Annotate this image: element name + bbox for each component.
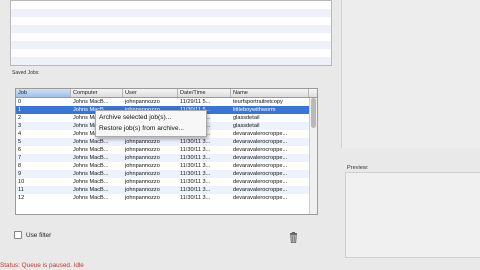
queue-row (11, 49, 331, 57)
cell-job: 9 (18, 171, 22, 177)
table-row[interactable]: 5 Johns MacB... johnpannozzo 11/30/11 3... d… (16, 138, 317, 146)
cell-computer: Johns MacB... (73, 147, 109, 153)
saved-jobs-table[interactable]: Job Computer User Date/Time Name 0 Johns … (15, 88, 318, 215)
cell-job: 4 (18, 131, 22, 137)
use-filter-label: Use filter (26, 231, 52, 239)
cell-datetime: 11/30/11 3... (180, 179, 211, 185)
cell-user: johnpannozzo (125, 147, 160, 153)
queue-row (11, 9, 331, 17)
queue-row (11, 17, 331, 25)
cell-job: 0 (18, 99, 22, 105)
cell-job: 2 (18, 115, 22, 121)
cell-name: devaravalerocroppe... (233, 155, 288, 161)
table-row[interactable]: 9 Johns MacB... johnpannozzo 11/30/11 3... d… (16, 170, 317, 178)
use-filter-checkbox[interactable] (14, 231, 22, 239)
cell-name: devaravalerocroppe... (233, 163, 288, 169)
queue-row (11, 57, 331, 65)
table-row[interactable]: 10 Johns MacB... johnpannozzo 11/30/11 3...… (16, 178, 317, 186)
table-row[interactable]: 11 Johns MacB... johnpannozzo 11/30/11 3...… (16, 186, 317, 194)
cell-computer: Johns MacB... (73, 171, 109, 177)
cell-computer: Johns MacB... (73, 179, 109, 185)
use-filter-control[interactable]: Use filter (14, 231, 51, 239)
cell-name: devaravalerocroppe... (233, 179, 288, 185)
table-row[interactable]: 12 Johns MacB... johnpannozzo 11/30/11 3...… (16, 194, 317, 202)
cell-user: johnpannozzo (125, 195, 160, 201)
cell-user: johnpannozzo (125, 187, 160, 193)
cell-job: 3 (18, 123, 22, 129)
cell-user: johnpannozzo (125, 171, 160, 177)
cell-name: devaravalerocroppe... (233, 195, 288, 201)
job-details-area (341, 0, 480, 148)
cell-computer: Johns MacB... (73, 139, 109, 145)
cell-computer: Johns MacB... (73, 187, 109, 193)
column-header-user[interactable]: User (123, 89, 178, 97)
cell-user: johnpannozzo (125, 163, 160, 169)
cell-name: glassdetail (233, 123, 260, 129)
cell-datetime: 11/30/11 3... (180, 195, 211, 201)
cell-name: littleboywithworm (233, 107, 276, 113)
preview-label: Preview: (347, 165, 369, 171)
cell-user: johnpannozzo (125, 179, 160, 185)
column-header-job[interactable]: Job (16, 89, 71, 97)
cell-job: 7 (18, 155, 22, 161)
cell-datetime: 11/30/11 3... (180, 147, 211, 153)
table-row[interactable]: 7 Johns MacB... johnpannozzo 11/30/11 3... d… (16, 154, 317, 162)
table-header: Job Computer User Date/Time Name (16, 89, 317, 98)
cell-job: 11 (18, 187, 24, 193)
vertical-scrollbar[interactable] (309, 98, 317, 214)
table-row[interactable]: 0 Johns MacB... johnpannozzo 11/29/11 5... t… (16, 98, 317, 106)
cell-datetime: 11/30/11 3... (180, 139, 211, 145)
cell-computer: Johns MacB... (73, 155, 109, 161)
cell-datetime: 11/30/11 3... (180, 163, 211, 169)
context-menu: Archive selected job(s)... Restore job(s… (95, 110, 207, 137)
cell-job: 5 (18, 139, 22, 145)
queue-row (11, 25, 331, 33)
scrollbar-thumb[interactable] (311, 98, 316, 128)
cell-job: 10 (18, 179, 25, 185)
status-bar-text: Status: Queue is paused. Idle (0, 262, 84, 269)
preview-area (345, 172, 480, 258)
cell-name: glassdetail (233, 115, 260, 121)
cell-computer: Johns MacB... (73, 163, 109, 169)
queue-row (11, 41, 331, 49)
cell-user: johnpannozzo (125, 139, 160, 145)
cell-datetime: 11/30/11 3... (180, 155, 211, 161)
cell-user: johnpannozzo (125, 155, 160, 161)
cell-datetime: 11/29/11 5... (180, 99, 211, 105)
cell-job: 8 (18, 163, 22, 169)
table-row[interactable]: 6 Johns MacB... johnpannozzo 11/30/11 3... d… (16, 146, 317, 154)
trash-icon[interactable] (289, 232, 298, 243)
cell-name: devaravalerocroppe... (233, 171, 288, 177)
cell-datetime: 11/30/11 3... (180, 171, 211, 177)
cell-name: teurfsportraitretcopy (233, 99, 283, 105)
cell-name: devaravalerocroppe... (233, 139, 288, 145)
cell-job: 1 (18, 107, 22, 113)
restore-jobs-menu-item[interactable]: Restore job(s) from archive... (96, 123, 206, 134)
column-header-datetime[interactable]: Date/Time (178, 89, 231, 97)
column-header-computer[interactable]: Computer (71, 89, 123, 97)
cell-name: devaravalerocroppe... (233, 187, 288, 193)
cell-computer: Johns MacB... (73, 99, 109, 105)
cell-name: devaravalerocroppe... (233, 147, 288, 153)
archive-selected-jobs-menu-item[interactable]: Archive selected job(s)... (96, 112, 206, 123)
queue-row (11, 33, 331, 41)
cell-computer: Johns MacB... (73, 195, 109, 201)
cell-job: 6 (18, 147, 22, 153)
column-header-name[interactable]: Name (231, 89, 309, 97)
table-row[interactable]: 8 Johns MacB... johnpannozzo 11/30/11 3... d… (16, 162, 317, 170)
cell-user: johnpannozzo (125, 99, 160, 105)
queue-row (11, 1, 331, 9)
cell-name: devaravalerocroppe... (233, 131, 288, 137)
cell-datetime: 11/30/11 3... (180, 187, 211, 193)
saved-jobs-label: Saved Jobs: (12, 70, 40, 76)
cell-job: 12 (18, 195, 25, 201)
jobs-queue-list[interactable] (10, 0, 332, 66)
